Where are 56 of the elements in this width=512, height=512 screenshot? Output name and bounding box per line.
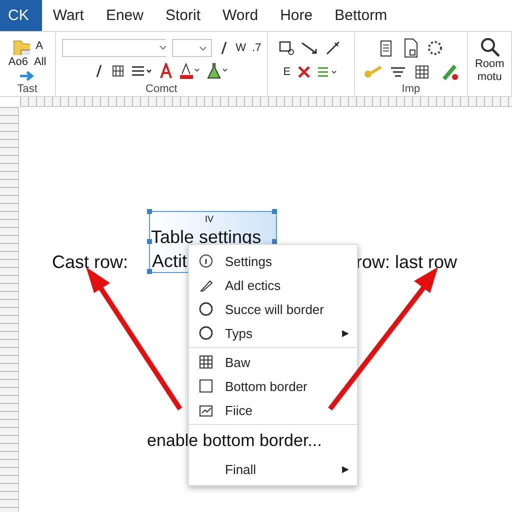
- group-label: Imp: [402, 83, 420, 95]
- dropdown-field[interactable]: [172, 38, 212, 57]
- ribbon-tab[interactable]: Wart: [42, 0, 95, 31]
- document-icon[interactable]: [402, 38, 420, 58]
- group-label: Tast: [17, 83, 38, 95]
- resize-handle[interactable]: [272, 209, 277, 214]
- ribbon-label: W: [236, 42, 246, 54]
- resize-handle[interactable]: [147, 209, 152, 214]
- menu-item[interactable]: Settings: [189, 249, 357, 273]
- heading-text: Actit: [152, 251, 188, 272]
- menu-item[interactable]: Adl ectics: [189, 273, 357, 297]
- shape-icon[interactable]: [278, 40, 295, 56]
- ribbon-label: Room: [474, 58, 504, 70]
- ribbon-label: .7: [252, 42, 262, 54]
- menu-item[interactable]: Fiice: [189, 398, 357, 422]
- highlight-icon[interactable]: [179, 62, 202, 80]
- chart-icon: [199, 403, 213, 417]
- caption-text: enable bottom border...: [147, 431, 322, 451]
- ribbon-tab[interactable]: Hore: [269, 0, 324, 31]
- ribbon-label: A: [36, 40, 43, 52]
- ribbon-label: motu: [477, 70, 502, 83]
- ribbon-tab[interactable]: Storit: [154, 0, 212, 31]
- resize-handle[interactable]: [147, 269, 152, 274]
- ribbon-label: Ao6: [8, 56, 28, 68]
- menu-item[interactable]: Bottom border: [189, 374, 357, 398]
- ribbon-label: E: [283, 66, 291, 78]
- align-icon[interactable]: [131, 64, 154, 78]
- flask-icon[interactable]: [207, 62, 230, 80]
- pen-icon: [199, 278, 213, 292]
- group-label: Comct: [146, 83, 178, 95]
- info-icon: [199, 254, 213, 268]
- menu-item[interactable]: Finall ▶: [189, 457, 357, 481]
- circle-icon: [199, 302, 213, 316]
- heading-text: Table settings: [151, 227, 262, 248]
- menu-item[interactable]: Typs ▶: [189, 321, 357, 345]
- search-icon[interactable]: [478, 36, 501, 58]
- menu-item[interactable]: Baw: [189, 350, 357, 374]
- circle-icon: [199, 326, 213, 340]
- dropdown-field[interactable]: [62, 38, 166, 57]
- list-icon[interactable]: [316, 64, 339, 79]
- font-color-icon[interactable]: [159, 63, 174, 80]
- ribbon-label: All: [34, 56, 46, 68]
- checkbox-icon: [199, 379, 213, 393]
- resize-handle[interactable]: [272, 239, 277, 244]
- menu-item[interactable]: Succe will border: [189, 297, 357, 321]
- row-label: Cast row:: [52, 252, 128, 273]
- ribbon-tab[interactable]: Bettorm: [324, 0, 398, 31]
- ribbon-tab[interactable]: Word: [212, 0, 270, 31]
- arrow-icon[interactable]: [300, 41, 319, 56]
- resize-handle[interactable]: [147, 239, 152, 244]
- grid-icon[interactable]: [111, 64, 126, 78]
- ribbon-tab[interactable]: Enew: [94, 0, 154, 31]
- textbox-tag: IV: [205, 214, 214, 224]
- ribbon-tab[interactable]: CK: [0, 0, 42, 31]
- close-icon[interactable]: [296, 64, 311, 79]
- table-icon: [199, 355, 213, 369]
